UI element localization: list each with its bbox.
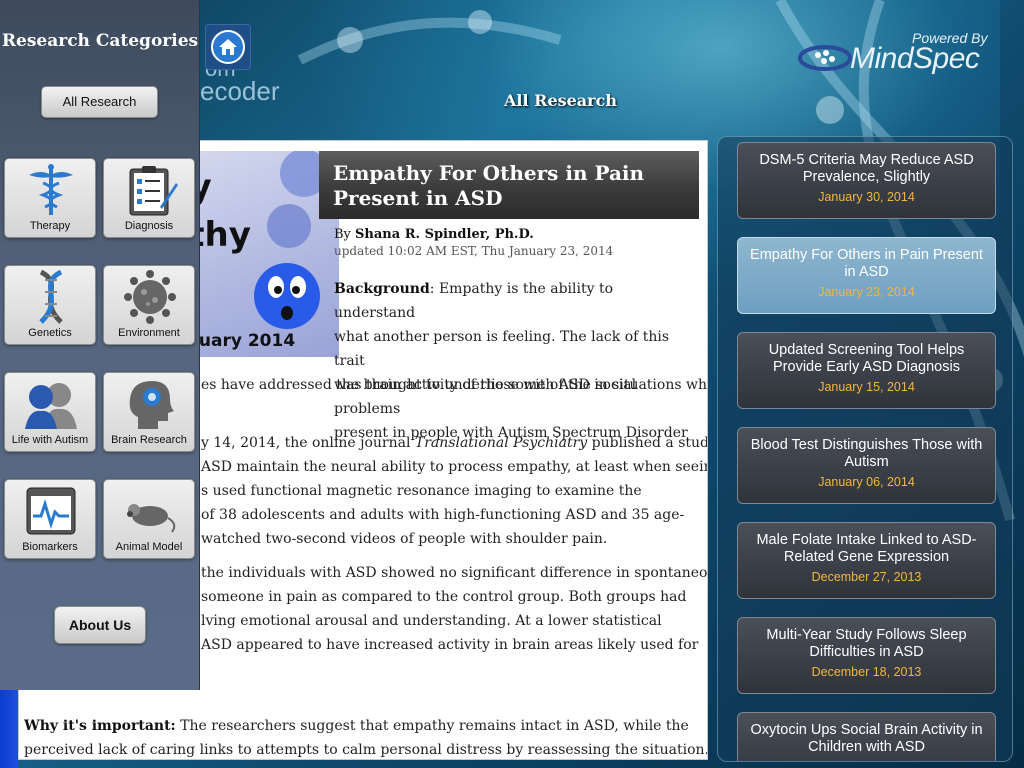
category-biomarkers[interactable]: Biomarkers bbox=[4, 479, 96, 559]
news-title: Multi-Year Study Follows Sleep Difficult… bbox=[766, 627, 967, 660]
paragraph-line: someone in pain as compared to the contr… bbox=[201, 589, 687, 605]
category-label: Life with Autism bbox=[11, 434, 89, 446]
virus-icon bbox=[124, 270, 176, 324]
news-title: Male Folate Intake Linked to ASD-Related… bbox=[756, 532, 977, 565]
news-date: January 30, 2014 bbox=[818, 190, 915, 204]
category-diagnosis[interactable]: Diagnosis bbox=[103, 158, 195, 238]
app-logo-subtext: ecoder bbox=[200, 76, 280, 106]
page-heading: All Research bbox=[504, 91, 617, 110]
paragraph-line: s used functional magnetic resonance ima… bbox=[201, 483, 642, 499]
news-item[interactable]: Multi-Year Study Follows Sleep Difficult… bbox=[737, 617, 996, 694]
news-item[interactable]: Male Folate Intake Linked to ASD-Related… bbox=[737, 522, 996, 599]
mindspec-logo-icon bbox=[798, 45, 852, 71]
article-paragraph-2: y 14, 2014, the online journal Translati… bbox=[201, 431, 708, 551]
paragraph-line: ASD appeared to have increased activity … bbox=[201, 637, 699, 653]
article-paragraph-why: Why it's important: The researchers sugg… bbox=[24, 714, 708, 759]
home-icon bbox=[211, 30, 245, 64]
news-title: Oxytocin Ups Social Brain Activity in Ch… bbox=[750, 722, 983, 755]
paragraph-line: of 38 adolescents and adults with high-f… bbox=[201, 507, 685, 523]
paragraph-line: ASD maintain the neural ability to proce… bbox=[201, 459, 708, 475]
background-label: Background bbox=[334, 281, 430, 297]
paragraph-line: lving emotional arousal and understandin… bbox=[201, 613, 662, 629]
all-research-button[interactable]: All Research bbox=[41, 86, 158, 118]
paragraph-line: perceived lack of caring links to attemp… bbox=[24, 742, 708, 758]
paragraph-line: Background: Empathy is the ability to un… bbox=[334, 281, 614, 321]
news-item-selected[interactable]: Empathy For Others in Pain Present in AS… bbox=[737, 237, 996, 314]
article-paragraph-1: Background: Empathy is the ability to un… bbox=[334, 277, 694, 445]
news-item[interactable]: Updated Screening Tool Helps Provide Ear… bbox=[737, 332, 996, 409]
article-title: Empathy For Others in Pain Present in AS… bbox=[333, 161, 645, 210]
paragraph-line: es have addressed the brain activity of … bbox=[201, 377, 708, 393]
news-title: DSM-5 Criteria May Reduce ASD Prevalence… bbox=[759, 152, 974, 185]
article-paragraph-3: the individuals with ASD showed no signi… bbox=[201, 561, 708, 657]
journal-name: Translational Psychiatry bbox=[414, 435, 588, 451]
category-animal-model[interactable]: Animal Model bbox=[103, 479, 195, 559]
about-us-button[interactable]: About Us bbox=[54, 606, 146, 644]
article-updated: updated 10:02 AM EST, Thu January 23, 20… bbox=[334, 244, 614, 258]
news-date: January 06, 2014 bbox=[818, 475, 915, 489]
paragraph-line: Why it's important: The researchers sugg… bbox=[24, 718, 689, 734]
news-item[interactable]: DSM-5 Criteria May Reduce ASD Prevalence… bbox=[737, 142, 996, 219]
paragraph-line: y 14, 2014, the online journal Translati… bbox=[201, 435, 708, 451]
brain-head-icon bbox=[129, 381, 174, 429]
why-important-label: Why it's important: bbox=[24, 718, 176, 734]
paragraph-line: watched two-second videos of people with… bbox=[201, 531, 608, 547]
mouse-icon bbox=[127, 504, 176, 533]
article-title-bar: Empathy For Others in Pain Present in AS… bbox=[319, 151, 699, 219]
news-list-panel: DSM-5 Criteria May Reduce ASD Prevalence… bbox=[717, 136, 1013, 762]
news-date: January 23, 2014 bbox=[818, 285, 915, 299]
category-genetics[interactable]: Genetics bbox=[4, 265, 96, 345]
category-label: Brain Research bbox=[111, 434, 187, 446]
category-label: Biomarkers bbox=[22, 541, 78, 553]
category-label: Animal Model bbox=[115, 541, 183, 553]
news-date: January 15, 2014 bbox=[818, 380, 915, 394]
home-button[interactable] bbox=[205, 24, 251, 70]
news-item[interactable]: Oxytocin Ups Social Brain Activity in Ch… bbox=[737, 712, 996, 761]
category-environment[interactable]: Environment bbox=[103, 265, 195, 345]
category-label: Environment bbox=[118, 327, 180, 339]
paragraph-line: the individuals with ASD showed no signi… bbox=[201, 565, 708, 581]
category-therapy[interactable]: Therapy bbox=[4, 158, 96, 238]
category-brain-research[interactable]: Brain Research bbox=[103, 372, 195, 452]
article-author: Shana R. Spindler, Ph.D. bbox=[355, 227, 534, 242]
article-byline: By Shana R. Spindler, Ph.D. bbox=[334, 227, 534, 242]
caduceus-icon bbox=[29, 164, 73, 215]
clipboard-icon bbox=[129, 166, 178, 216]
paragraph-line: what another person is feeling. The lack… bbox=[334, 329, 670, 369]
panel-title: Research Categories bbox=[1, 31, 199, 51]
news-item[interactable]: Blood Test Distinguishes Those with Auti… bbox=[737, 427, 996, 504]
category-label: Therapy bbox=[29, 220, 71, 232]
people-icon bbox=[25, 383, 77, 429]
research-categories-panel: Research Categories All Research Therapy… bbox=[0, 0, 200, 690]
category-label: Diagnosis bbox=[124, 220, 174, 232]
news-title: Updated Screening Tool Helps Provide Ear… bbox=[768, 342, 965, 375]
news-date: December 18, 2013 bbox=[811, 665, 922, 679]
category-life-with-autism[interactable]: Life with Autism bbox=[4, 372, 96, 452]
news-date: December 27, 2013 bbox=[811, 570, 922, 584]
byline-prefix: By bbox=[334, 227, 351, 242]
dna-icon bbox=[39, 270, 63, 324]
news-title: Empathy For Others in Pain Present in AS… bbox=[750, 247, 983, 280]
news-title: Blood Test Distinguishes Those with Auti… bbox=[750, 437, 983, 470]
category-label: Genetics bbox=[28, 327, 72, 339]
brand-name: MindSpec bbox=[850, 42, 980, 75]
monitor-waveform-icon bbox=[26, 487, 76, 535]
